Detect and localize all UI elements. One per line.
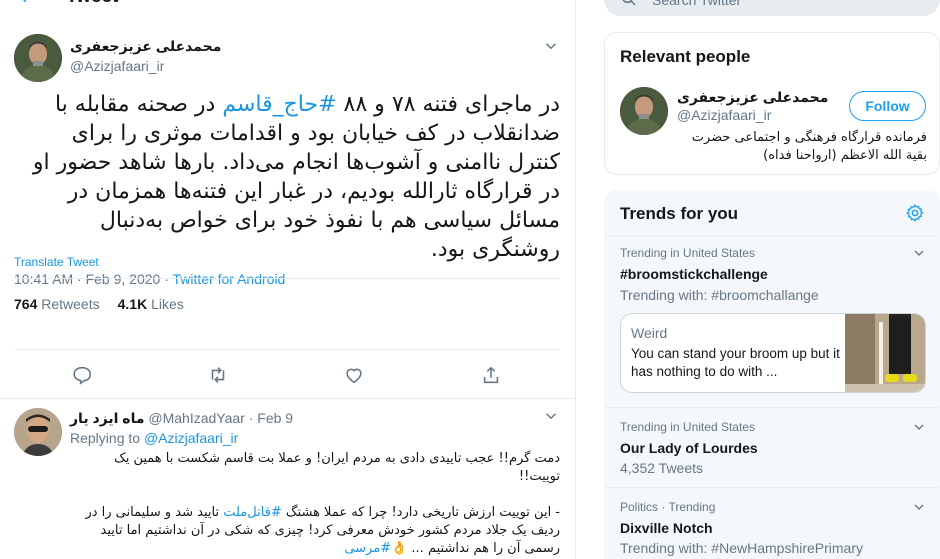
news-card[interactable]: Weird You can stand your broom up but it… [620, 313, 926, 393]
trend-item[interactable]: Trending in United States Our Lady of Lo… [605, 407, 939, 486]
replying-to-link[interactable]: @Azizjafaari_ir [144, 430, 238, 446]
trend-name[interactable]: Dixville Notch [620, 520, 713, 536]
reply-line-2: - این توییت ارزش تاریخی دارد! چرا که عمل… [70, 504, 560, 558]
translate-tweet-link[interactable]: Translate Tweet [14, 255, 99, 269]
trend-sub: Trending with: #broomchallange [620, 287, 819, 303]
likes-stat[interactable]: 4.1K Likes [118, 296, 184, 312]
search-bar[interactable]: Search Twitter [604, 0, 940, 16]
relevant-people-title: Relevant people [620, 47, 751, 66]
tweet-text-rest: در صحنه مقابله با ضدانقلاب در کف خیابان … [32, 92, 560, 262]
author-avatar[interactable] [14, 34, 62, 82]
chevron-down-icon[interactable] [911, 245, 927, 261]
tweet-hashtag-link[interactable]: #حاج_قاسم [222, 92, 336, 117]
reply-tweet[interactable]: ماه ایزد یار @MahIzadYaar · Feb 9 Replyi… [0, 398, 575, 559]
tweet-text: در ماجرای فتنه ۷۸ و ۸۸ #حاج_قاسم در صحنه… [14, 90, 560, 264]
follow-button[interactable]: Follow [849, 91, 926, 121]
replying-label: Replying to [70, 430, 144, 446]
trend-meta: Trending in United States [620, 420, 755, 434]
trends-title: Trends for you [620, 204, 739, 223]
person-avatar[interactable] [620, 87, 668, 135]
page-title: Tweet [66, 0, 118, 8]
share-icon[interactable] [480, 364, 502, 386]
tweet-source-link[interactable]: Twitter for Android [173, 271, 286, 287]
reply-text: دمت گرم!! عجب تاییدی دادی به مردم ایران!… [70, 450, 560, 558]
trend-name[interactable]: Our Lady of Lourdes [620, 440, 758, 456]
chevron-down-icon[interactable] [911, 419, 927, 435]
reply-header: ماه ایزد یار @MahIzadYaar · Feb 9 [70, 410, 293, 427]
tweet-actions [0, 364, 575, 386]
like-icon[interactable] [343, 364, 365, 386]
trend-meta: Politics · Trending [620, 500, 716, 514]
person-handle[interactable]: @Azizjafaari_ir [677, 107, 771, 123]
trend-sub: 4,352 Tweets [620, 460, 704, 476]
back-arrow-icon[interactable] [16, 0, 36, 6]
trend-meta: Trending in United States [620, 246, 755, 260]
reply-line-1: دمت گرم!! عجب تاییدی دادی به مردم ایران!… [114, 451, 560, 484]
reply-end-hashtag-link[interactable]: #مرسی [344, 541, 391, 556]
search-input[interactable]: Search Twitter [652, 0, 741, 8]
relevant-people-card: Relevant people محمدعلی عزیزجعفری @Azizj… [604, 32, 940, 175]
tweet-meta: 10:41 AM · Feb 9, 2020 · Twitter for And… [14, 271, 285, 287]
gear-icon[interactable] [905, 203, 925, 223]
news-thumbnail [845, 314, 925, 392]
divider [14, 278, 560, 279]
reply-author-name[interactable]: ماه ایزد یار [70, 410, 145, 426]
news-text: You can stand your broom up but it has n… [631, 346, 840, 379]
retweets-label: Retweets [37, 296, 100, 312]
author-handle[interactable]: @Azizjafaari_ir [70, 58, 164, 74]
replying-to: Replying to @Azizjafaari_ir [70, 430, 238, 446]
tweet-header: Tweet [0, 0, 575, 16]
search-icon [620, 0, 638, 8]
tweet-timestamp[interactable]: 10:41 AM · Feb 9, 2020 · [14, 271, 173, 287]
retweets-stat[interactable]: 764 Retweets [14, 296, 100, 312]
reply-icon[interactable] [71, 364, 93, 386]
trends-card: Trends for you Trending in United States… [604, 190, 940, 559]
reply-line-2-start: - این توییت ارزش تاریخی دارد! چرا که عمل… [281, 505, 560, 520]
author-name[interactable]: محمدعلی عزیزجعفری [70, 38, 221, 55]
divider [14, 349, 560, 350]
tweet-text-start: در ماجرای فتنه ۷۸ و ۸۸ [336, 92, 560, 117]
likes-label: Likes [147, 296, 184, 312]
trend-name[interactable]: #broomstickchallenge [620, 266, 768, 282]
person-name[interactable]: محمدعلی عزیزجعفری [677, 89, 828, 106]
reply-author-avatar[interactable] [14, 408, 62, 456]
trend-item[interactable]: Trending in United States #broomstickcha… [605, 235, 939, 407]
person-bio: فرمانده قرارگاه فرهنگی و اجتماعی حضرت بق… [691, 130, 927, 163]
ok-hand-emoji: 👌 [391, 541, 408, 556]
chevron-down-icon[interactable] [542, 37, 560, 55]
news-category: Weird [631, 325, 668, 341]
reply-handle-time[interactable]: @MahIzadYaar · Feb 9 [145, 410, 293, 426]
trend-item[interactable]: Politics · Trending Dixville Notch Trend… [605, 487, 939, 559]
trend-sub: Trending with: #NewHampshirePrimary [620, 540, 864, 556]
reply-hashtag-link[interactable]: #قاتل‌ملت [223, 505, 282, 520]
chevron-down-icon[interactable] [911, 499, 927, 515]
tweet-stats: 764 Retweets 4.1K Likes [14, 296, 184, 312]
retweet-icon[interactable] [207, 364, 229, 386]
likes-count: 4.1K [117, 296, 148, 312]
chevron-down-icon[interactable] [542, 407, 560, 425]
tweet-column: Tweet محمدعلی عزیزجعفری @Azizjafaari_ir … [0, 0, 576, 559]
retweets-count: 764 [14, 296, 38, 312]
